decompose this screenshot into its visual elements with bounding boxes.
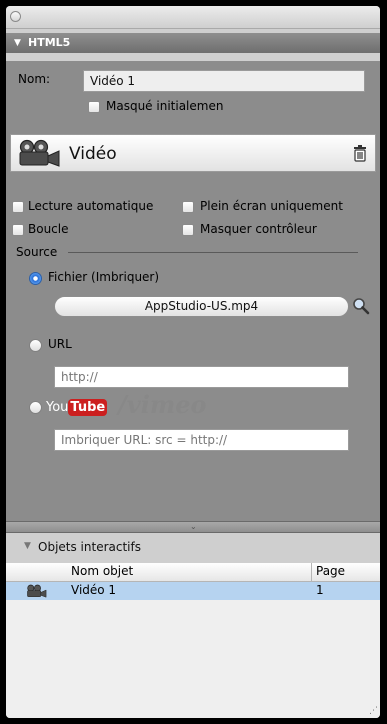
embed-source-radio[interactable] (29, 401, 42, 414)
file-chooser-button[interactable]: AppStudio-US.mp4 (54, 296, 349, 317)
column-name-header[interactable]: Nom objet (71, 564, 133, 578)
column-page-header[interactable]: Page (316, 564, 345, 578)
loop-checkbox[interactable] (12, 224, 24, 236)
html5-inspector-panel: ▼ HTML5 Nom: Vidéo 1 Masqué initialemen … (6, 6, 380, 718)
autoplay-label: Lecture automatique (28, 199, 154, 213)
loop-label: Boucle (28, 222, 69, 236)
inspector-body: Nom: Vidéo 1 Masqué initialemen Vidéo Le… (6, 61, 380, 521)
table-header: Nom objet Page (6, 563, 380, 582)
resize-grip-icon[interactable]: ⋰ (369, 706, 378, 716)
video-title: Vidéo (69, 144, 117, 164)
column-divider (311, 563, 312, 581)
panel-splitter[interactable]: ⌄ (6, 521, 380, 533)
url-source-label: URL (48, 337, 72, 351)
hide-controller-checkbox[interactable] (182, 224, 194, 236)
interactive-objects-section: ▼ Objets interactifs Nom objet Page Vidé… (6, 533, 380, 718)
name-input[interactable]: Vidéo 1 (83, 70, 365, 92)
embed-url-input[interactable]: Imbriquer URL: src = http:// (54, 429, 349, 451)
video-object-header: Vidéo (10, 134, 376, 172)
html5-section-header[interactable]: ▼ HTML5 (6, 33, 380, 53)
name-label: Nom: (18, 72, 51, 86)
objects-disclosure-icon[interactable]: ▼ (24, 541, 31, 551)
fullscreen-only-checkbox[interactable] (182, 201, 194, 213)
vimeo-logo: /vimeo (118, 390, 207, 419)
video-object-icon (27, 584, 47, 598)
vimeo-word: vimeo (126, 390, 207, 419)
disclosure-triangle-icon[interactable]: ▼ (14, 33, 21, 53)
objects-title: Objets interactifs (38, 540, 141, 554)
youtube-logo: You Tube (46, 397, 108, 417)
source-group-label: Source (16, 245, 58, 259)
magnifier-icon[interactable] (352, 297, 370, 315)
fullscreen-only-label: Plein écran uniquement (200, 199, 343, 213)
youtube-logo-you: You (46, 400, 69, 415)
hidden-initially-label: Masqué initialemen (106, 99, 224, 113)
file-source-label: Fichier (Imbriquer) (48, 270, 160, 284)
objects-header[interactable]: ▼ Objets interactifs (6, 533, 380, 563)
objects-table: Nom objet Page Vidéo 1 1 (6, 563, 380, 718)
youtube-logo-tube: Tube (68, 399, 108, 416)
row-object-name: Vidéo 1 (71, 583, 117, 597)
source-divider (68, 252, 358, 253)
file-source-radio[interactable] (29, 272, 42, 285)
video-camera-icon (19, 139, 60, 167)
table-row[interactable]: Vidéo 1 1 (6, 582, 380, 600)
trash-icon[interactable] (353, 145, 367, 162)
url-input[interactable]: http:// (54, 366, 349, 388)
row-page-number: 1 (316, 583, 324, 597)
splitter-grip-icon: ⌄ (190, 522, 197, 531)
hide-controller-label: Masquer contrôleur (200, 222, 317, 236)
close-button[interactable] (10, 11, 21, 22)
window-titlebar (6, 6, 380, 29)
autoplay-checkbox[interactable] (12, 201, 24, 213)
url-source-radio[interactable] (29, 339, 42, 352)
section-title: HTML5 (28, 36, 71, 49)
hidden-initially-checkbox[interactable] (88, 101, 100, 113)
vimeo-slash: / (118, 390, 127, 419)
